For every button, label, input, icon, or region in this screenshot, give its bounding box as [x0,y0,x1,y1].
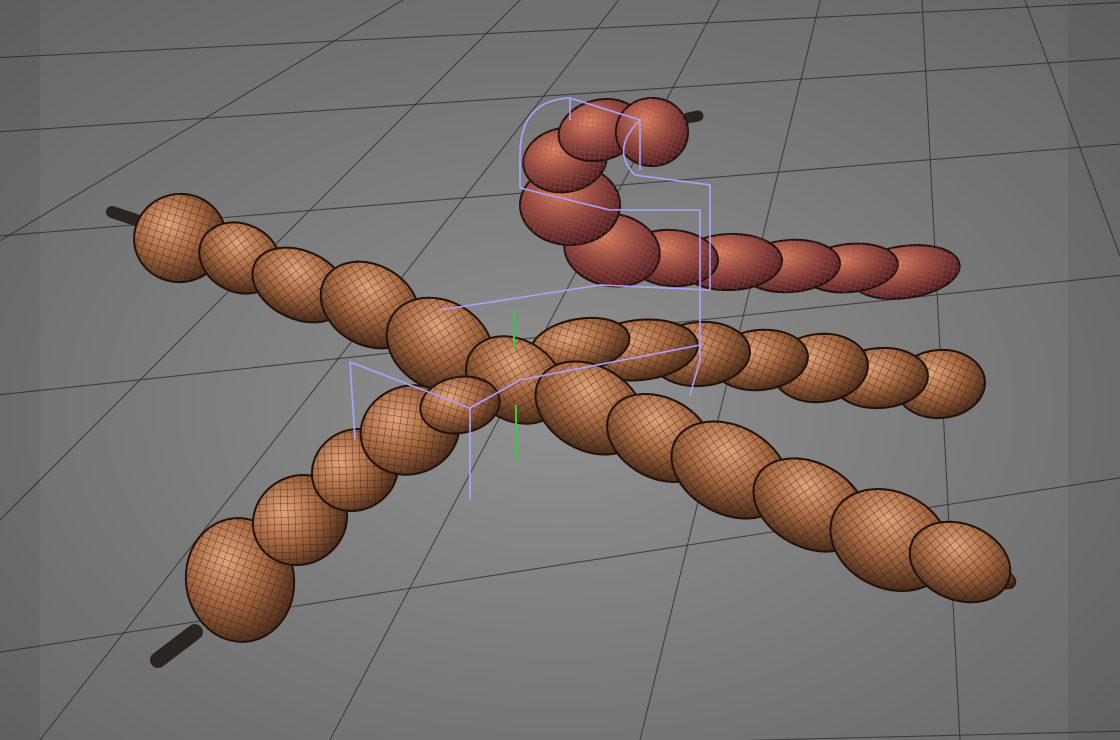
pod-segment-wire [616,98,688,166]
viewport-left-shade [0,0,40,740]
3d-viewport[interactable] [0,0,1120,740]
viewport-canvas[interactable] [0,0,1120,740]
viewport-right-shade [1068,0,1120,740]
pod-stem [682,110,704,124]
